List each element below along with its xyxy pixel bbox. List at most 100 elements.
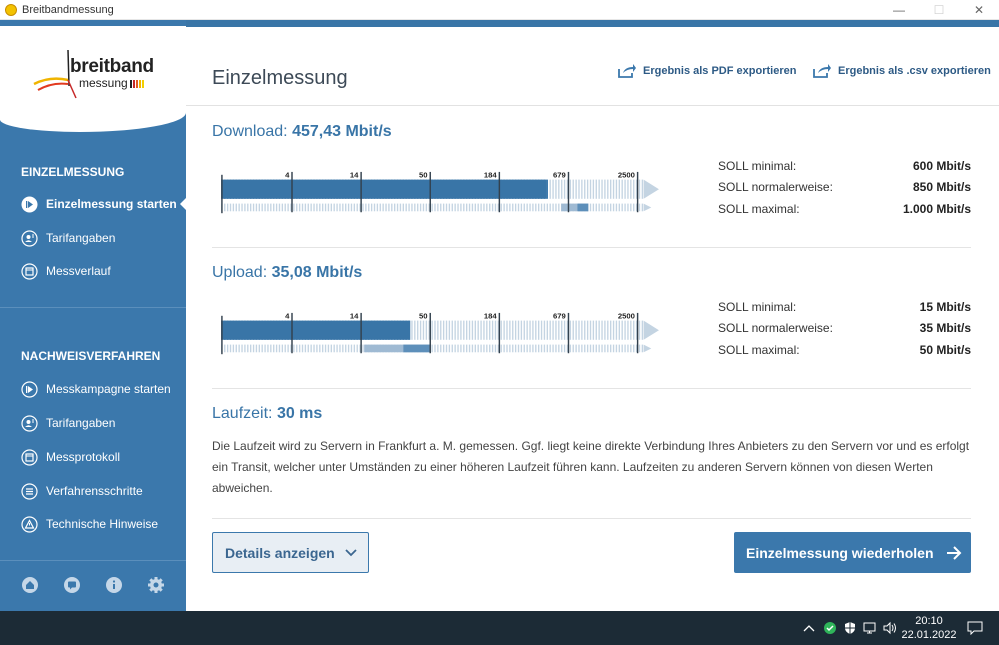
repeat-button-label: Einzelmessung wiederholen (746, 544, 934, 561)
gauge-hatch (607, 320, 609, 340)
gauge-strip-hatch (388, 203, 390, 212)
download-title: Download: 457,43 Mbit/s (212, 123, 392, 141)
gauge-strip-hatch (586, 344, 589, 353)
security-shield-icon[interactable] (821, 611, 839, 645)
sidebar-item-tarifangaben-2[interactable]: Tarifangaben (0, 408, 186, 438)
sidebar-item-label: Tarifangaben (46, 231, 116, 245)
gauge-strip-hatch (301, 203, 304, 212)
sidebar-item-verfahrensschritte[interactable]: Verfahrensschritte (0, 476, 186, 506)
gauge-strip-hatch (457, 203, 459, 212)
defender-icon[interactable] (841, 611, 859, 645)
gauge-hatch (457, 320, 459, 340)
gauge-strip-hatch (615, 344, 618, 353)
gauge-strip-hatch (572, 344, 574, 353)
gauge-hatch (621, 179, 623, 199)
sidebar-item-technische-hinweise[interactable]: Technische Hinweise (0, 509, 186, 539)
gauge-start-line (221, 315, 223, 355)
gauge-hatch (575, 320, 577, 340)
repeat-measurement-button[interactable]: Einzelmessung wiederholen (734, 532, 971, 573)
gauge-tick-line (291, 312, 293, 354)
gauge-hatch (598, 320, 600, 340)
soll-label: SOLL minimal: (718, 299, 797, 314)
gauge-strip-hatch (307, 203, 309, 212)
home-icon[interactable] (21, 576, 39, 599)
gauge-strip-hatch (641, 344, 644, 353)
gauge-strip-hatch (313, 203, 315, 212)
gauge-strip-hatch (526, 203, 528, 212)
gauge-strip-hatch (238, 344, 240, 353)
gauge-strip-hatch (229, 203, 232, 212)
gauge-strip-hatch (319, 344, 321, 353)
sidebar-item-messkampagne-starten[interactable]: Messkampagne starten (0, 374, 186, 404)
details-button[interactable]: Details anzeigen (212, 532, 369, 573)
volume-icon[interactable] (881, 611, 899, 645)
gauge-strip-hatch (607, 203, 609, 212)
gauge-strip-hatch (336, 344, 338, 353)
taskbar-clock[interactable]: 20:10 22.01.2022 (900, 614, 958, 642)
section-divider (212, 388, 971, 389)
gauge-tick-line (498, 171, 501, 213)
gauge-strip-hatch (638, 203, 641, 212)
gauge-strip-hatch (391, 203, 393, 212)
gauge-tick-label: 184 (484, 312, 498, 321)
export-pdf-link[interactable]: Ergebnis als PDF exportieren (617, 63, 796, 79)
gauge-strip-hatch (356, 203, 358, 212)
gauge-strip-hatch (434, 344, 436, 353)
export-csv-link[interactable]: Ergebnis als .csv exportieren (812, 63, 991, 79)
logo-area: breitband messung (0, 26, 186, 132)
gauge-strip-hatch (267, 344, 269, 353)
gauge-strip-hatch (474, 344, 476, 353)
gauge-hatch (506, 320, 508, 340)
gauge-strip-hatch (396, 203, 399, 212)
gauge-strip-hatch (431, 203, 433, 212)
gauge-strip-hatch (347, 344, 350, 353)
maximize-button[interactable]: ☐ (919, 0, 959, 20)
sidebar-item-einzelmessung-starten[interactable]: Einzelmessung starten (0, 189, 186, 219)
export-csv-label: Ergebnis als .csv exportieren (838, 65, 991, 77)
gauge-strip-hatch (610, 344, 612, 353)
sidebar-item-tarifangaben[interactable]: Tarifangaben (0, 223, 186, 253)
sidebar-item-messverlauf[interactable]: Messverlauf (0, 256, 186, 286)
section-divider (212, 518, 971, 519)
notifications-icon[interactable] (965, 611, 985, 645)
sidebar-item-label: Messkampagne starten (46, 382, 171, 396)
gauge-strip-hatch (281, 344, 284, 353)
gauge-strip-hatch (293, 203, 295, 212)
info-icon[interactable] (105, 576, 123, 599)
gauge-strip-hatch (252, 203, 255, 212)
gauge-strip-hatch (382, 203, 384, 212)
gauge-strip-hatch (633, 344, 635, 353)
soll-value: 50 Mbit/s (919, 342, 971, 357)
gauge-strip-hatch (232, 344, 235, 353)
gauge-tick-line (429, 171, 431, 213)
gauge-strip-hatch (474, 203, 476, 212)
gauge-strip-hatch (509, 203, 511, 212)
gauge-strip-hatch (604, 203, 606, 212)
gauge-strip-hatch (630, 203, 632, 212)
gauge-strip-hatch (509, 344, 511, 353)
gauge-strip-hatch (592, 203, 595, 212)
gauge-strip-hatch (569, 344, 572, 353)
minimize-button[interactable]: — (879, 0, 919, 20)
export-icon (618, 64, 636, 78)
close-button[interactable]: ✕ (959, 0, 999, 20)
gauge-strip-hatch (477, 203, 479, 212)
sidebar-item-messprotokoll[interactable]: Messprotokoll (0, 442, 186, 472)
download-soll-table: SOLL minimal: 600 Mbit/s SOLL normalerwei… (718, 155, 971, 220)
gauge-strip-hatch (483, 344, 485, 353)
gauge-strip-hatch (296, 344, 298, 353)
gauge-strip-hatch (477, 344, 479, 353)
gear-icon[interactable] (147, 576, 165, 599)
gauge-strip-hatch (463, 203, 465, 212)
gauge-strip-hatch (347, 203, 350, 212)
gauge-strip-hatch (627, 344, 629, 353)
gauge-strip-hatch (500, 203, 502, 212)
gauge-strip-hatch (575, 344, 577, 353)
gauge-hatch (601, 179, 603, 199)
sidebar: breitband messung EINZELMESSUNG Einzelme… (0, 20, 186, 611)
network-icon[interactable] (861, 611, 879, 645)
chevron-up-icon[interactable] (800, 611, 818, 645)
gauge-hatch (489, 320, 491, 340)
gauge-strip-hatch (466, 203, 468, 212)
chat-icon[interactable] (63, 576, 81, 599)
